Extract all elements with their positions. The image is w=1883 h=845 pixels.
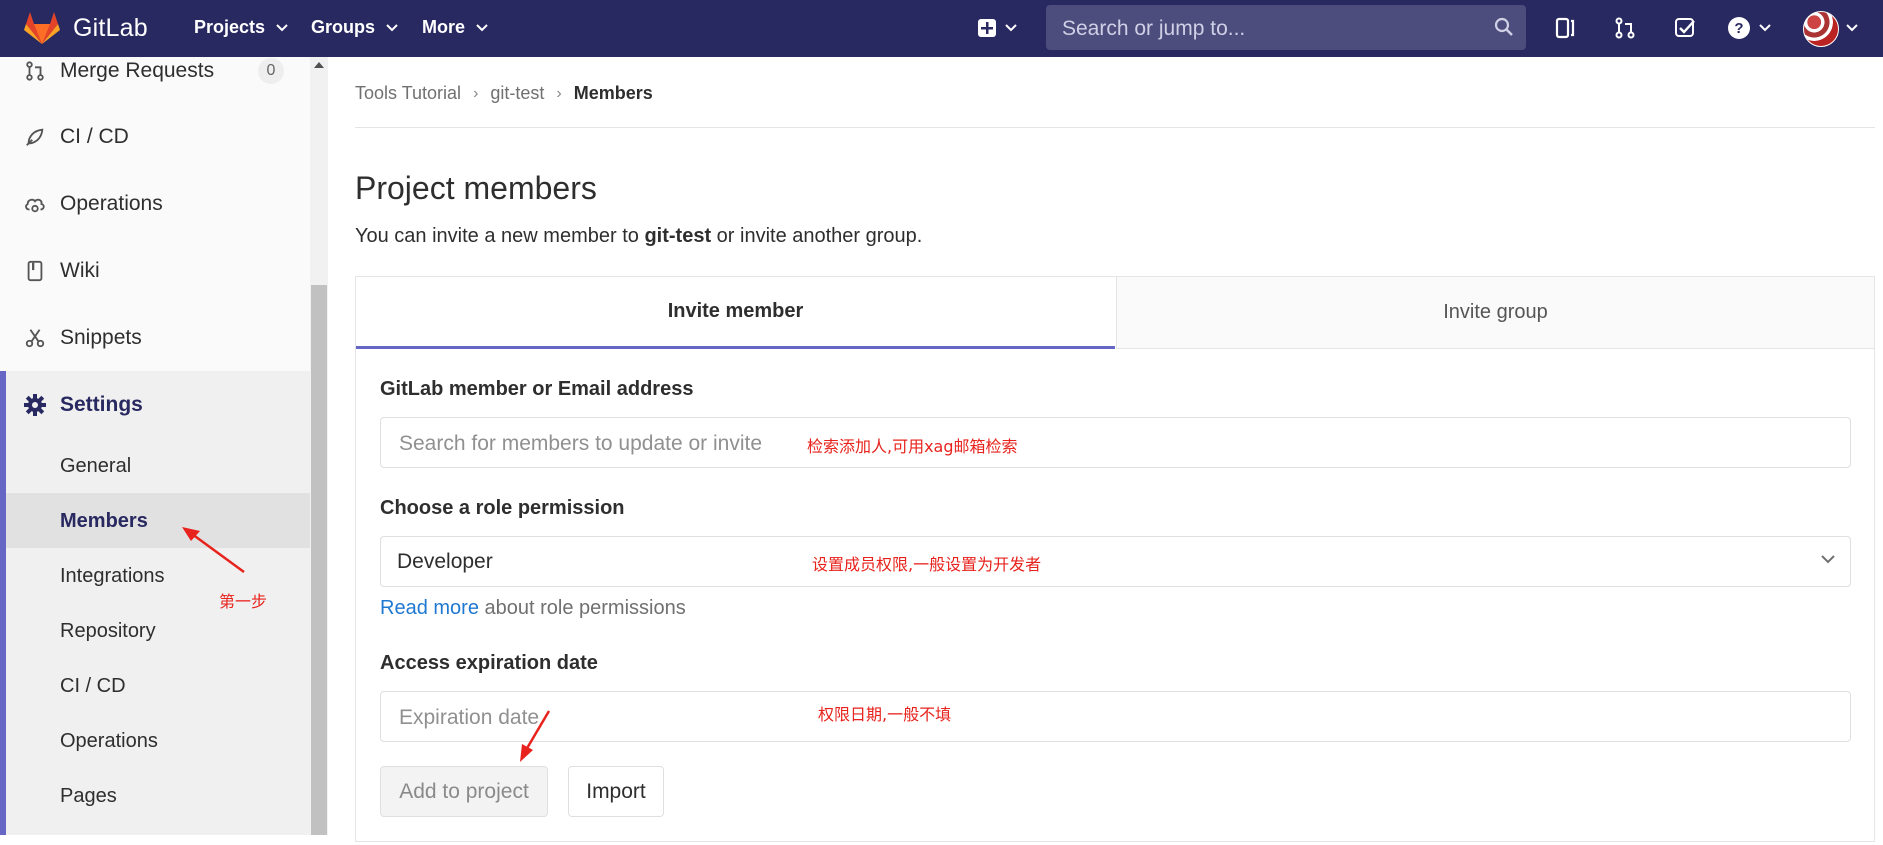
- page-title: Project members: [355, 170, 597, 206]
- annotation-arrow: [182, 527, 245, 574]
- help-text: about role permissions: [478, 597, 686, 619]
- chevron-down-icon: [1005, 24, 1017, 32]
- breadcrumb: Tools Tutorial › git-test › Members: [355, 83, 653, 104]
- plus-square-icon: [978, 19, 996, 37]
- chevron-right-icon: ›: [556, 84, 562, 102]
- settings-sub-members[interactable]: Members: [60, 510, 148, 533]
- role-field-label: Choose a role permission: [380, 497, 625, 519]
- annotation-expiry-note: 权限日期,一般不填: [818, 705, 952, 724]
- book-icon: [22, 258, 48, 284]
- annotation-arrow: [520, 710, 551, 762]
- todo-icon[interactable]: [1670, 13, 1700, 43]
- scissors-icon: [22, 325, 48, 351]
- import-button[interactable]: Import: [568, 766, 664, 817]
- user-avatar[interactable]: [1803, 11, 1839, 47]
- sidebar-scrollbar-thumb[interactable]: [311, 285, 327, 835]
- gear-icon: [22, 392, 48, 418]
- expiry-date-input[interactable]: [397, 692, 1801, 743]
- role-select[interactable]: Developer: [380, 536, 1851, 587]
- breadcrumb-current[interactable]: Members: [574, 83, 653, 104]
- sidebar-item-merge-requests[interactable]: Merge Requests 0: [0, 38, 310, 104]
- settings-sub-operations[interactable]: Operations: [60, 730, 158, 753]
- rocket-icon: [22, 124, 48, 150]
- sidebar-item-ci-cd[interactable]: CI / CD: [0, 104, 310, 170]
- new-item-dropdown[interactable]: [972, 13, 1022, 43]
- chevron-down-icon: [1759, 24, 1771, 32]
- settings-sub-repository[interactable]: Repository: [60, 620, 156, 643]
- sidebar-item-wiki[interactable]: Wiki: [0, 238, 310, 304]
- tab-invite-group[interactable]: Invite group: [1116, 277, 1874, 349]
- nav-projects[interactable]: Projects: [194, 17, 288, 38]
- cloud-gear-icon: [22, 191, 48, 217]
- member-search-field[interactable]: [380, 417, 1851, 469]
- scroll-up-arrow-icon[interactable]: [314, 62, 324, 68]
- search-icon: [1494, 17, 1513, 36]
- subtitle-text: You can invite a new member to: [355, 225, 645, 247]
- sidebar-item-settings[interactable]: Settings: [6, 372, 310, 438]
- svg-text:?: ?: [1734, 20, 1743, 37]
- search-input[interactable]: [1060, 5, 1484, 52]
- role-help-text: Read more about role permissions: [380, 597, 686, 620]
- issues-icon[interactable]: [1550, 13, 1580, 43]
- divider: [355, 127, 1875, 128]
- settings-sub-general[interactable]: General: [60, 455, 131, 478]
- chevron-down-icon: [386, 24, 398, 32]
- breadcrumb-group[interactable]: Tools Tutorial: [355, 83, 461, 104]
- member-search-input[interactable]: [397, 418, 1801, 469]
- search-box[interactable]: [1046, 5, 1526, 52]
- sidebar-item-label: Snippets: [60, 326, 142, 349]
- read-more-link[interactable]: Read more: [380, 597, 479, 619]
- role-select-value: Developer: [397, 550, 493, 573]
- breadcrumb-project[interactable]: git-test: [490, 83, 544, 104]
- help-dropdown[interactable]: ?: [1724, 13, 1774, 43]
- expiry-field-label: Access expiration date: [380, 652, 598, 674]
- add-to-project-button[interactable]: Add to project: [380, 766, 548, 817]
- active-indicator: [0, 371, 6, 835]
- settings-sub-ci-cd[interactable]: CI / CD: [60, 675, 126, 698]
- sidebar-item-label: Operations: [60, 192, 163, 215]
- chevron-down-icon: [276, 24, 288, 32]
- chevron-down-icon: [1821, 555, 1835, 564]
- sidebar-item-operations[interactable]: Operations: [0, 171, 310, 237]
- sidebar-item-snippets[interactable]: Snippets: [0, 305, 310, 371]
- merge-request-nav-icon[interactable]: [1610, 13, 1640, 43]
- merge-request-icon: [22, 58, 48, 84]
- chevron-down-icon: [476, 24, 488, 32]
- chevron-right-icon: ›: [473, 84, 479, 102]
- page-subtitle: You can invite a new member to git-test …: [355, 225, 922, 248]
- sidebar-item-label: Settings: [60, 393, 143, 416]
- settings-sub-pages[interactable]: Pages: [60, 785, 117, 808]
- help-icon: ?: [1728, 17, 1750, 39]
- sidebar-item-label: CI / CD: [60, 125, 129, 148]
- chevron-down-icon[interactable]: [1846, 24, 1858, 32]
- subtitle-project-name: git-test: [644, 225, 712, 247]
- annotation-step1: 第一步: [219, 592, 268, 611]
- nav-groups[interactable]: Groups: [311, 17, 398, 38]
- active-subitem-bg: [6, 493, 310, 548]
- nav-groups-label: Groups: [311, 17, 376, 37]
- member-field-label: GitLab member or Email address: [380, 378, 694, 400]
- tab-invite-member[interactable]: Invite member: [356, 277, 1115, 349]
- settings-sub-integrations[interactable]: Integrations: [60, 565, 165, 588]
- nav-projects-label: Projects: [194, 17, 266, 37]
- expiry-date-field[interactable]: [380, 691, 1851, 743]
- annotation-member-note: 检索添加人,可用xag邮箱检索: [807, 437, 1018, 456]
- merge-request-count-badge: 0: [258, 58, 284, 84]
- annotation-role-note: 设置成员权限,一般设置为开发者: [812, 555, 1042, 574]
- subtitle-text-end: or invite another group.: [711, 225, 923, 247]
- nav-more-label: More: [422, 17, 466, 37]
- nav-more[interactable]: More: [422, 17, 488, 38]
- sidebar-item-label: Wiki: [60, 259, 100, 282]
- sidebar-item-label: Merge Requests: [60, 59, 215, 82]
